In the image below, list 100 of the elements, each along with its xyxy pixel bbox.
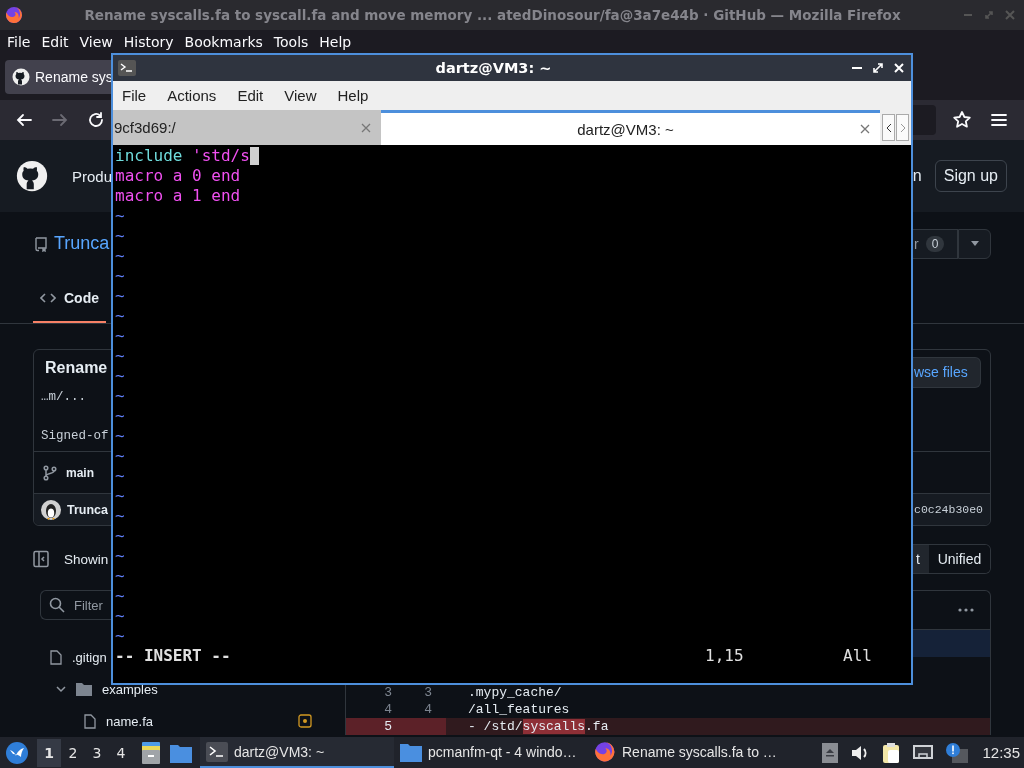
menu-item[interactable]: Actions — [167, 87, 217, 104]
commit-message-line: …m/... — [41, 390, 86, 404]
taskbar-button[interactable]: pcmanfm-qt - 4 windo… — [394, 737, 588, 768]
filter-field[interactable]: Filter — [40, 590, 111, 620]
chevron-right-icon — [899, 122, 906, 133]
menu-item[interactable]: File — [122, 87, 147, 104]
caret-icon — [970, 241, 979, 246]
file-tree-item[interactable]: name.fa — [106, 713, 153, 729]
star-icon[interactable] — [952, 110, 972, 130]
fox-logo-icon — [594, 740, 616, 763]
line-number: 5 — [346, 718, 406, 735]
chevron-left-icon — [885, 122, 892, 133]
empty-line-marker: ~ — [115, 226, 125, 246]
reload-icon[interactable] — [87, 111, 105, 129]
folder-icon — [400, 741, 422, 762]
menu-item[interactable]: Help — [337, 87, 369, 104]
star-button[interactable]: r 0 — [913, 228, 958, 259]
menu-item[interactable]: Bookmarks — [184, 33, 263, 50]
notification-icon[interactable] — [946, 742, 969, 763]
sidebar-toggle-icon[interactable] — [33, 550, 49, 568]
menu-item[interactable]: Help — [319, 33, 352, 50]
file-cabinet-icon[interactable] — [141, 741, 161, 764]
menu-item[interactable]: File — [7, 33, 31, 50]
terminal-tab[interactable]: 9cf3d69:/ — [113, 110, 381, 145]
workspace-button[interactable]: 2 — [61, 738, 85, 767]
maximize-icon[interactable] — [872, 62, 884, 74]
back-icon[interactable] — [15, 111, 33, 129]
empty-line-marker: ~ — [115, 466, 125, 486]
taskbar-button[interactable]: Rename syscalls.fa to … — [588, 737, 782, 768]
scroll-left-button[interactable] — [882, 114, 895, 141]
commit-sha: c0c24b30e0 — [914, 501, 983, 518]
menu-icon[interactable] — [990, 111, 1008, 129]
cursor-position: 1,15 — [705, 646, 745, 666]
empty-line-marker: ~ — [115, 406, 125, 426]
empty-line-marker: ~ — [115, 486, 125, 506]
terminal-tab[interactable]: dartz@VM3: ~ — [381, 110, 880, 145]
text-cursor — [249, 147, 259, 165]
folder-icon[interactable] — [170, 742, 192, 763]
nav-link[interactable]: Produ — [72, 167, 113, 185]
empty-line-marker: ~ — [115, 386, 125, 406]
empty-line-marker: ~ — [115, 206, 125, 226]
terminal-icon — [118, 60, 136, 76]
line-number: 3 — [383, 684, 393, 701]
empty-line-marker: ~ — [115, 266, 125, 286]
file-tree-item[interactable]: examples — [102, 681, 158, 697]
commit-title: Rename — [45, 359, 108, 377]
close-tab-icon[interactable] — [860, 124, 870, 134]
repo-icon — [33, 235, 49, 252]
view-toggle-option[interactable]: t — [913, 545, 929, 573]
empty-line-marker: ~ — [115, 346, 125, 366]
workspace-button[interactable]: 3 — [85, 738, 109, 767]
code-line: macro a 1 end — [115, 186, 241, 206]
empty-line-marker: ~ — [115, 426, 125, 446]
forward-icon[interactable] — [51, 111, 69, 129]
more-icon[interactable] — [958, 608, 974, 612]
diff-line: /all_features — [467, 702, 570, 717]
branch-name: main — [66, 465, 94, 480]
address-bar[interactable] — [912, 105, 936, 135]
empty-line-marker: ~ — [115, 606, 125, 626]
code-line: macro a 0 end — [115, 166, 241, 186]
show-hidden-icon[interactable] — [822, 742, 839, 763]
empty-line-marker: ~ — [115, 566, 125, 586]
workspace-button[interactable]: 4 — [109, 738, 133, 767]
clock: 12:35 — [982, 744, 1020, 761]
file-tree-item[interactable]: .gitign — [72, 649, 107, 665]
mode-indicator: -- INSERT -- — [115, 646, 232, 666]
code-tab[interactable]: Code — [33, 275, 106, 323]
empty-line-marker: ~ — [115, 446, 125, 466]
line-number: 4 — [423, 701, 433, 718]
chevron-down-icon[interactable] — [56, 684, 66, 694]
diff-line: .mypy_cache/ — [467, 685, 562, 700]
file-icon — [84, 713, 96, 729]
network-icon[interactable] — [912, 743, 935, 762]
menu-item[interactable]: Edit — [237, 87, 264, 104]
repo-name-link[interactable]: Trunca — [54, 233, 110, 254]
empty-line-marker: ~ — [115, 546, 125, 566]
star-count: 0 — [925, 235, 945, 252]
menu-item[interactable]: Edit — [41, 33, 69, 50]
clipboard-icon[interactable] — [882, 741, 901, 764]
sign-in-link[interactable]: n — [912, 167, 922, 185]
menu-item[interactable]: View — [79, 33, 113, 50]
empty-line-marker: ~ — [115, 526, 125, 546]
start-menu-icon[interactable] — [5, 740, 29, 765]
empty-line-marker: ~ — [115, 306, 125, 326]
workspace-button[interactable]: 1 — [37, 738, 61, 767]
browse-files-button[interactable]: wse files — [913, 356, 981, 388]
menu-item[interactable]: History — [123, 33, 174, 50]
sign-up-button[interactable]: Sign up — [934, 160, 1007, 192]
code-line: include 'std/s — [115, 146, 250, 166]
tab-favicon-icon — [12, 67, 30, 86]
menu-item[interactable]: Tools — [273, 33, 309, 50]
close-tab-icon[interactable] — [361, 122, 371, 133]
terminal-icon — [206, 741, 228, 762]
menu-item[interactable]: View — [284, 87, 317, 104]
empty-line-marker: ~ — [115, 286, 125, 306]
empty-line-marker: ~ — [115, 506, 125, 526]
taskbar-button[interactable]: dartz@VM3: ~ — [200, 737, 394, 768]
empty-line-marker: ~ — [115, 366, 125, 386]
empty-line-marker: ~ — [115, 246, 125, 266]
fox-logo-icon — [5, 6, 23, 24]
